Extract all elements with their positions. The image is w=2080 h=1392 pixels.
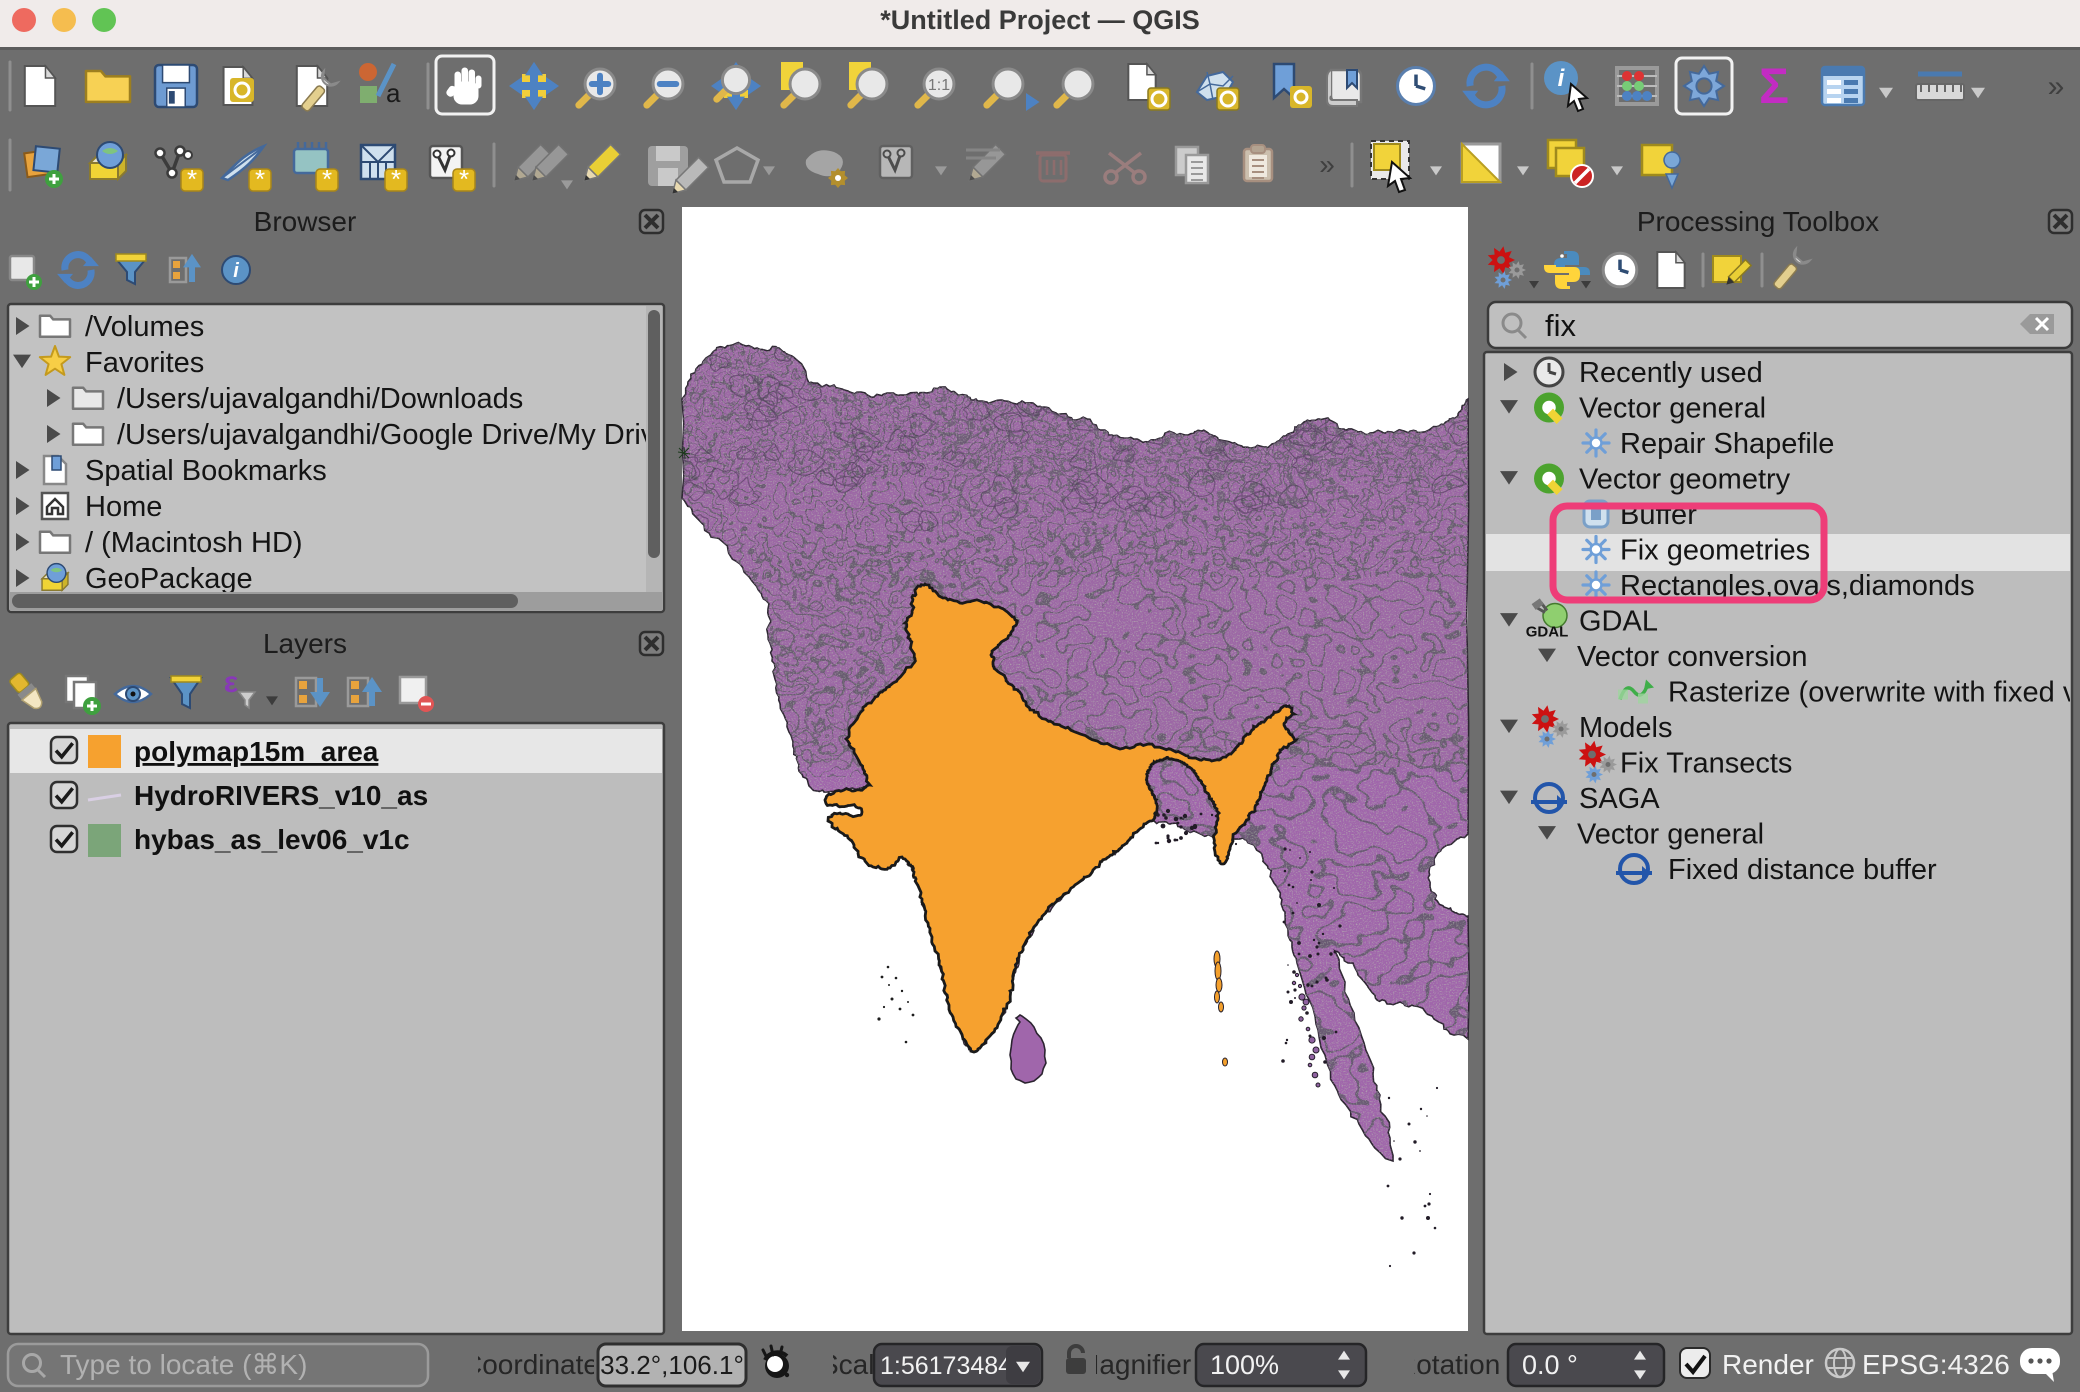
svg-text:*Untitled Project — QGIS: *Untitled Project — QGIS xyxy=(880,5,1200,35)
svg-text:i: i xyxy=(233,260,239,282)
svg-text:»: » xyxy=(1319,149,1335,180)
svg-text:1:1: 1:1 xyxy=(928,77,950,94)
svg-text:Rasterize (overwrite with fixe: Rasterize (overwrite with fixed v... xyxy=(1668,677,2080,709)
svg-text:Models: Models xyxy=(1579,712,1673,744)
svg-text:100%: 100% xyxy=(1210,1350,1279,1380)
svg-text:Browser: Browser xyxy=(254,206,357,237)
svg-text:Repair Shapefile: Repair Shapefile xyxy=(1620,428,1834,460)
svg-text:Render: Render xyxy=(1722,1349,1814,1380)
svg-text:*: * xyxy=(391,164,401,194)
svg-text:polymap15m_area: polymap15m_area xyxy=(134,736,379,767)
svg-text:ε: ε xyxy=(224,666,238,699)
svg-text:*: * xyxy=(322,164,332,194)
svg-text:Vector general: Vector general xyxy=(1577,819,1764,851)
svg-text:GDAL: GDAL xyxy=(1579,606,1658,638)
svg-text:Processing Toolbox: Processing Toolbox xyxy=(1637,206,1879,237)
svg-text:Fixed distance buffer: Fixed distance buffer xyxy=(1668,854,1937,886)
svg-text:0.0 °: 0.0 ° xyxy=(1522,1350,1578,1380)
svg-text:1:56173484: 1:56173484 xyxy=(880,1352,1012,1380)
svg-text:Vector general: Vector general xyxy=(1579,393,1766,425)
svg-text:Recently used: Recently used xyxy=(1579,357,1763,389)
svg-text:Fix geometries: Fix geometries xyxy=(1620,535,1810,567)
svg-text:Vector geometry: Vector geometry xyxy=(1579,464,1791,496)
svg-text:/Users/ujavalgandhi/Google Dri: /Users/ujavalgandhi/Google Drive/My Driv… xyxy=(117,419,680,451)
svg-text:Σ: Σ xyxy=(1759,58,1789,114)
svg-text:Layers: Layers xyxy=(263,628,347,659)
svg-text:a: a xyxy=(386,78,401,108)
svg-text:GDAL: GDAL xyxy=(1526,624,1569,641)
svg-text:/Volumes: /Volumes xyxy=(85,311,204,343)
svg-text:*: * xyxy=(255,164,265,194)
svg-text:*: * xyxy=(187,164,197,194)
svg-text:/ (Macintosh HD): / (Macintosh HD) xyxy=(85,527,303,559)
svg-text:/Users/ujavalgandhi/Downloads: /Users/ujavalgandhi/Downloads xyxy=(117,383,523,415)
svg-text:Favorites: Favorites xyxy=(85,347,204,379)
svg-text:HydroRIVERS_v10_as: HydroRIVERS_v10_as xyxy=(134,780,428,811)
svg-text:Fix Transects: Fix Transects xyxy=(1620,748,1792,780)
svg-text:Vector conversion: Vector conversion xyxy=(1577,641,1808,673)
svg-text:33.2°,106.1°: 33.2°,106.1° xyxy=(600,1350,744,1380)
svg-text:*: * xyxy=(459,164,469,194)
svg-text:Type to locate (⌘K): Type to locate (⌘K) xyxy=(60,1349,307,1380)
svg-text:Spatial Bookmarks: Spatial Bookmarks xyxy=(85,455,327,487)
svg-text:GeoPackage: GeoPackage xyxy=(85,563,253,595)
svg-text:fix: fix xyxy=(1545,308,1577,343)
svg-text:Home: Home xyxy=(85,491,162,523)
svg-text:Coordinate: Coordinate xyxy=(462,1349,599,1380)
svg-text:hybas_as_lev06_v1c: hybas_as_lev06_v1c xyxy=(134,824,410,855)
svg-text:SAGA: SAGA xyxy=(1579,783,1660,815)
svg-text:»: » xyxy=(2048,70,2065,103)
svg-text:EPSG:4326: EPSG:4326 xyxy=(1862,1349,2010,1380)
